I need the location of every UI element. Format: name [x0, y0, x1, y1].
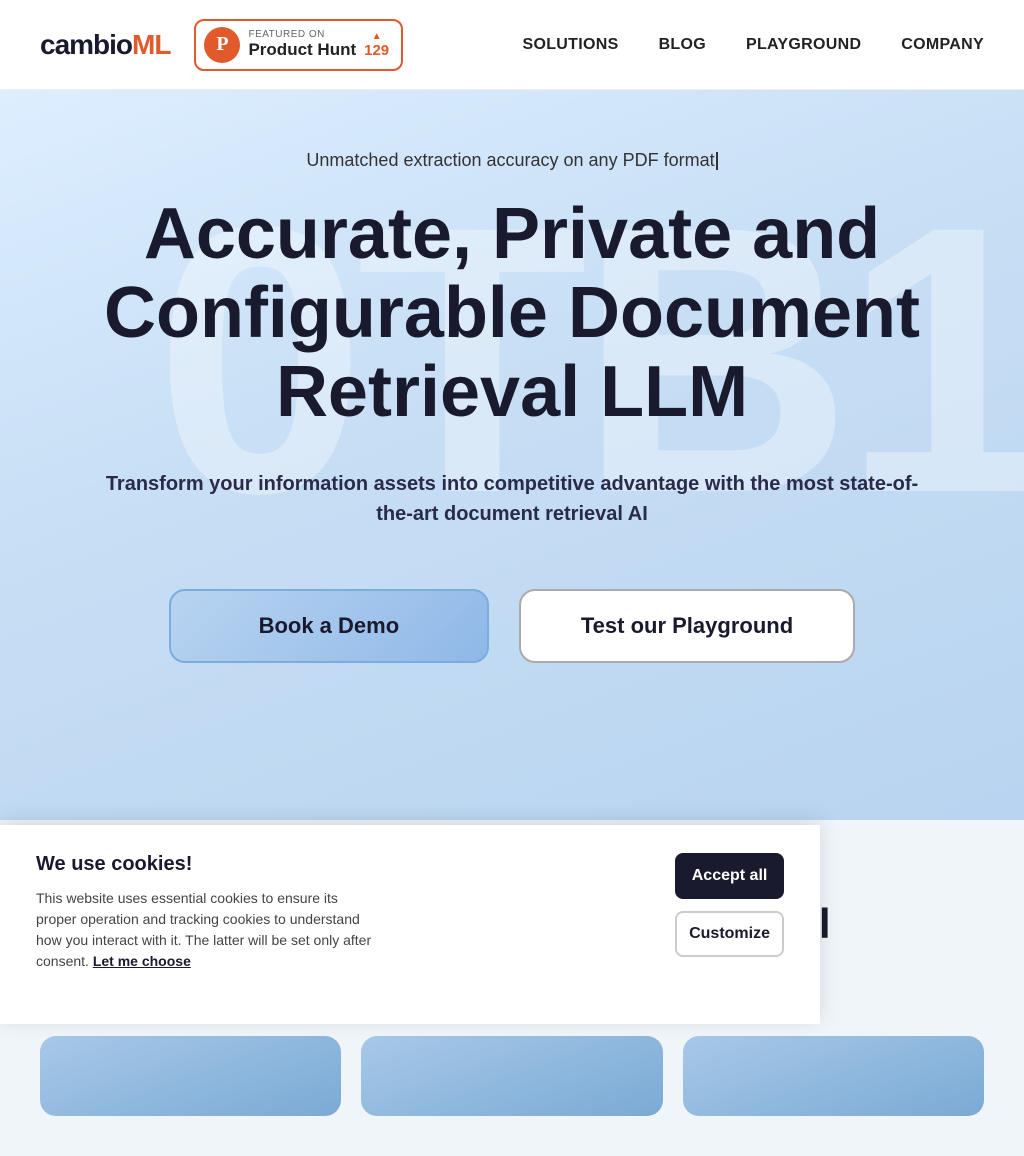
accept-all-button[interactable]: Accept all [675, 853, 784, 899]
nav-links: SOLUTIONS BLOG PLAYGROUND COMPANY [523, 36, 984, 54]
hero-title: Accurate, Private and Configurable Docum… [62, 195, 962, 433]
product-hunt-badge[interactable]: P FEATURED ON Product Hunt ▲ 129 [194, 19, 403, 71]
card-1 [40, 1036, 341, 1116]
ph-arrow: ▲ [372, 31, 382, 42]
let-me-choose-link[interactable]: Let me choose [93, 953, 191, 969]
nav-company[interactable]: COMPANY [901, 36, 984, 54]
cookie-banner: We use cookies! This website uses essent… [0, 825, 820, 1024]
logo[interactable]: cambioML [40, 29, 170, 61]
book-demo-button[interactable]: Book a Demo [169, 589, 489, 663]
cookie-title: We use cookies! [36, 853, 375, 876]
navbar: cambioML P FEATURED ON Product Hunt ▲ 12… [0, 0, 1024, 90]
cookie-text: This website uses essential cookies to e… [36, 888, 375, 972]
customize-button[interactable]: Customize [675, 911, 784, 957]
hero-subtitle: Unmatched extraction accuracy on any PDF… [306, 150, 717, 171]
card-2 [361, 1036, 662, 1116]
hero-section: 0TB1 Unmatched extraction accuracy on an… [0, 90, 1024, 820]
cookie-buttons: Accept all Customize [675, 853, 784, 992]
ph-count: ▲ 129 [364, 31, 389, 59]
hero-description: Transform your information assets into c… [102, 469, 922, 529]
nav-solutions[interactable]: SOLUTIONS [523, 36, 619, 54]
nav-playground[interactable]: PLAYGROUND [746, 36, 861, 54]
ph-icon: P [204, 27, 240, 63]
ph-name: Product Hunt [248, 40, 356, 60]
ph-featured-label: FEATURED ON [248, 29, 356, 40]
cursor [716, 152, 718, 170]
test-playground-button[interactable]: Test our Playground [519, 589, 855, 663]
ph-text: FEATURED ON Product Hunt [248, 29, 356, 60]
cards-row [40, 1036, 984, 1116]
card-3 [683, 1036, 984, 1116]
nav-blog[interactable]: BLOG [659, 36, 706, 54]
ph-number: 129 [364, 42, 389, 59]
logo-text: cambioML [40, 29, 170, 61]
hero-buttons: Book a Demo Test our Playground [169, 589, 855, 663]
cookie-content: We use cookies! This website uses essent… [36, 853, 655, 992]
